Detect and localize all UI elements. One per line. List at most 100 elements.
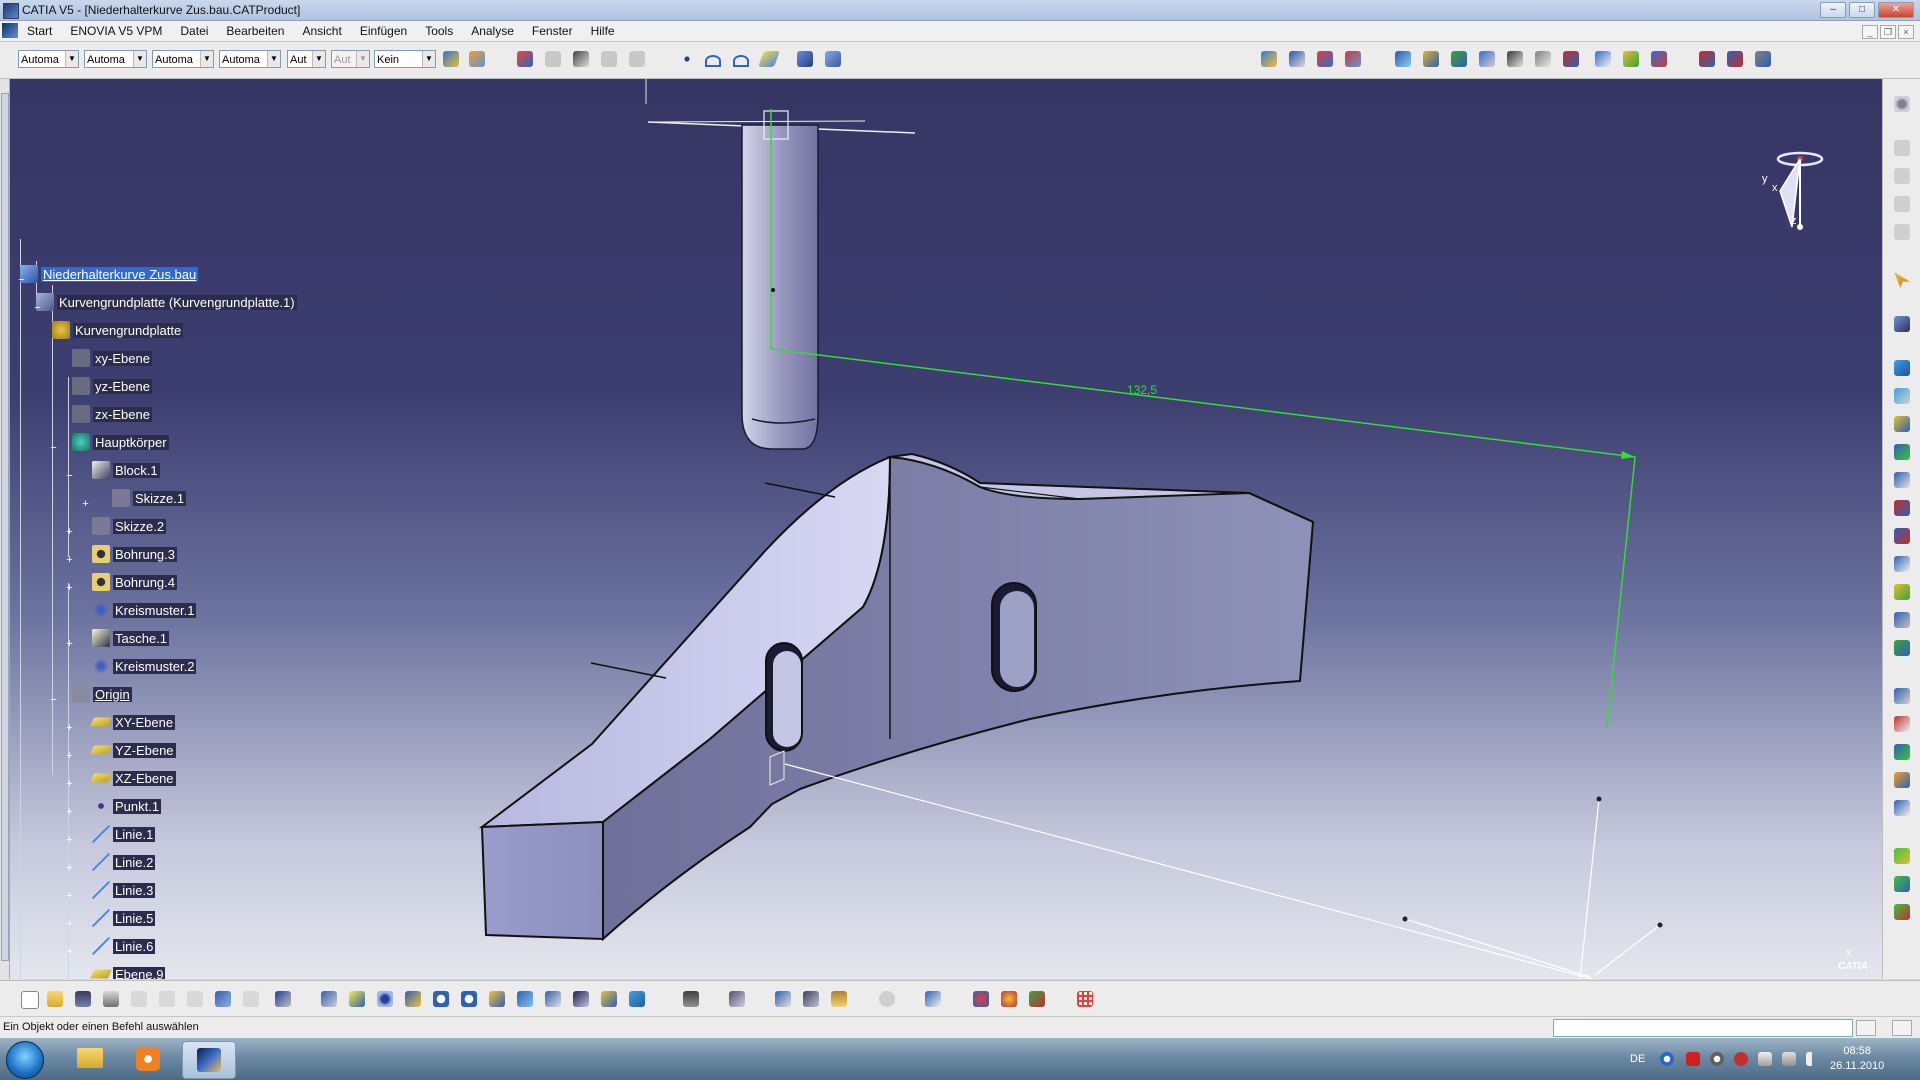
doc-minimize-button[interactable]: _ — [1862, 25, 1878, 39]
tree-item-circpattern-2[interactable]: Kreismuster.2 — [92, 656, 197, 676]
constraint-tool-1[interactable] — [1392, 48, 1414, 70]
part-button[interactable] — [822, 48, 844, 70]
open-folder-icon[interactable] — [44, 988, 66, 1010]
constraint-tool-2[interactable] — [1420, 48, 1442, 70]
format-painter-button[interactable] — [440, 48, 462, 70]
tree-item-block[interactable]: Block.1 — [92, 460, 160, 480]
tree-item-sketch-2[interactable]: Skizze.2 — [92, 516, 167, 536]
dimension-value[interactable]: 132,5 — [1127, 383, 1157, 397]
windows-start-button[interactable] — [6, 1041, 44, 1079]
right-tool-8[interactable] — [1891, 525, 1913, 547]
constraint-tool-8[interactable] — [1592, 48, 1614, 70]
right-tool-19[interactable] — [1891, 873, 1913, 895]
line-thickness-combo[interactable]: Automa ▼ — [152, 50, 214, 68]
expander-icon[interactable]: + — [65, 779, 74, 790]
close-button[interactable]: ✕ — [1878, 2, 1914, 18]
expander-icon[interactable]: + — [65, 807, 74, 818]
tree-item-pocket[interactable]: Tasche.1 — [92, 628, 170, 648]
expander-icon[interactable]: + — [65, 639, 74, 650]
tree-item-line-1[interactable]: Linie.1 — [92, 824, 156, 844]
expander-icon[interactable]: − — [33, 303, 42, 314]
tree-item-hole-4[interactable]: Bohrung.4 — [92, 572, 177, 592]
constraint-tool-9[interactable] — [1620, 48, 1642, 70]
expander-icon[interactable]: + — [65, 723, 74, 734]
whats-this-icon[interactable] — [272, 988, 294, 1010]
constraint-tool-4[interactable] — [1476, 48, 1498, 70]
move-tool-3[interactable] — [1752, 48, 1774, 70]
menu-datei[interactable]: Datei — [171, 24, 217, 38]
catalog-button[interactable] — [514, 48, 536, 70]
tree-item-circpattern-1[interactable]: Kreismuster.1 — [92, 600, 197, 620]
right-tool-4[interactable] — [1891, 413, 1913, 435]
power-input-field[interactable] — [1553, 1019, 1853, 1037]
layer-combo[interactable]: Kein ▼ — [374, 50, 436, 68]
measure-item-icon[interactable] — [800, 988, 822, 1010]
3d-viewport[interactable]: Niederhalterkurve Zus.bau Kurvengrundpla… — [10, 79, 1882, 979]
constraint-tool-10[interactable] — [1648, 48, 1670, 70]
catia-app-icon[interactable] — [3, 3, 19, 19]
right-tool-11[interactable] — [1891, 609, 1913, 631]
document-icon[interactable] — [2, 23, 18, 38]
product-button[interactable] — [794, 48, 816, 70]
line-type-combo[interactable]: Automa ▼ — [219, 50, 281, 68]
assembly-tool-4[interactable] — [1342, 48, 1364, 70]
status-button-2[interactable] — [1892, 1020, 1912, 1036]
iso-view-icon[interactable] — [542, 988, 564, 1010]
move-tool-2[interactable] — [1724, 48, 1746, 70]
right-tool-16[interactable] — [1891, 769, 1913, 791]
monitor-icon[interactable] — [1782, 1052, 1796, 1066]
constraint-tool-7[interactable] — [1560, 48, 1582, 70]
expander-icon[interactable]: + — [65, 751, 74, 762]
compass-icon[interactable] — [1776, 151, 1824, 230]
expander-icon[interactable]: + — [65, 947, 74, 958]
tree-item-hole-3[interactable]: Bohrung.3 — [92, 544, 177, 564]
measure-button[interactable] — [570, 48, 592, 70]
right-tool-13[interactable] — [1891, 685, 1913, 707]
print-icon[interactable] — [100, 988, 122, 1010]
doc-close-button[interactable]: × — [1898, 25, 1914, 39]
expander-icon[interactable]: + — [81, 499, 90, 510]
tree-item-sketch-1[interactable]: Skizze.1 — [112, 488, 187, 508]
swap-space-icon[interactable] — [626, 988, 648, 1010]
expander-icon[interactable]: + — [65, 583, 74, 594]
holder-pin[interactable] — [645, 79, 916, 450]
tree-item-XZ-plane[interactable]: XZ-Ebene — [89, 768, 176, 788]
tree-item-plane-9[interactable]: Ebene.9 — [89, 964, 166, 979]
select-arrow-icon[interactable] — [1891, 269, 1913, 291]
status-button-1[interactable] — [1856, 1020, 1876, 1036]
expander-icon[interactable]: + — [65, 919, 74, 930]
cam-plate-model[interactable] — [478, 452, 1315, 942]
save-icon[interactable] — [72, 988, 94, 1010]
right-tool-9[interactable] — [1891, 553, 1913, 575]
expander-icon[interactable]: − — [49, 443, 58, 454]
right-tool-6[interactable] — [1891, 469, 1913, 491]
menu-enovia[interactable]: ENOVIA V5 VPM — [61, 24, 171, 38]
expander-icon[interactable]: − — [49, 695, 58, 706]
3d-model-canvas[interactable] — [10, 79, 1882, 979]
right-tool-3[interactable] — [1891, 385, 1913, 407]
maximize-button[interactable]: □ — [1849, 2, 1875, 18]
tree-item-yz-plane[interactable]: yz-Ebene — [72, 376, 152, 396]
rotate-icon[interactable] — [402, 988, 424, 1010]
multi-view-icon[interactable] — [514, 988, 536, 1010]
tree-item-line-2[interactable]: Linie.2 — [92, 852, 156, 872]
graphic-properties-button[interactable] — [466, 48, 488, 70]
undo-icon[interactable] — [212, 988, 234, 1010]
media-player-task-button[interactable] — [122, 1041, 174, 1077]
volume-icon[interactable] — [1806, 1052, 1820, 1066]
zoom-out-icon[interactable] — [458, 988, 480, 1010]
tree-item-line-3[interactable]: Linie.3 — [92, 880, 156, 900]
tree-item-zx-plane[interactable]: zx-Ebene — [72, 404, 152, 424]
right-tool-15[interactable] — [1891, 741, 1913, 763]
menu-analyse[interactable]: Analyse — [462, 24, 523, 38]
network-icon[interactable] — [1660, 1052, 1674, 1066]
expander-icon[interactable]: + — [65, 527, 74, 538]
render-tool-2[interactable] — [998, 988, 1020, 1010]
expander-icon[interactable]: + — [65, 835, 74, 846]
hide-show-icon[interactable] — [598, 988, 620, 1010]
amd-icon[interactable] — [1686, 1052, 1700, 1066]
right-tool-1[interactable] — [1891, 313, 1913, 335]
menu-bearbeiten[interactable]: Bearbeiten — [217, 24, 293, 38]
plane-button[interactable] — [758, 48, 780, 70]
settings-icon[interactable] — [1891, 93, 1913, 115]
